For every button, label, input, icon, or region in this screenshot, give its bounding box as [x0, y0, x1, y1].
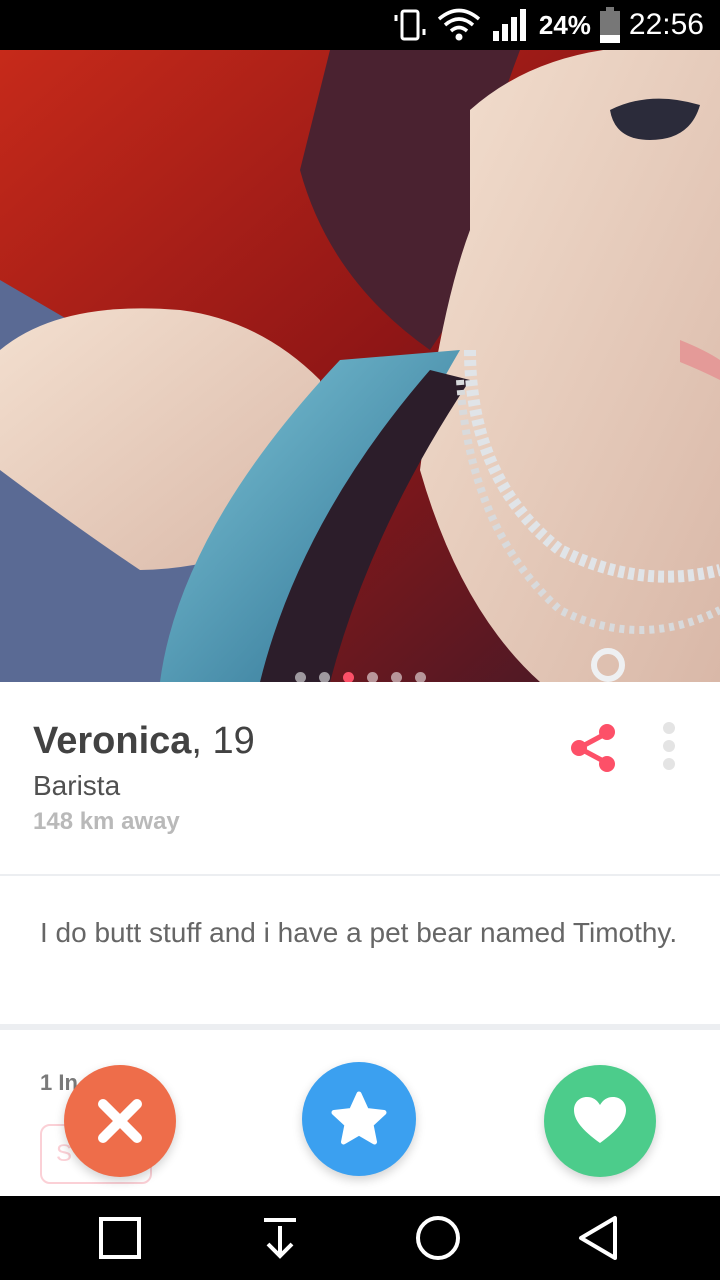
- profile-distance: 148 km away: [33, 808, 180, 835]
- more-options-button[interactable]: [652, 720, 686, 774]
- recents-square-icon: [99, 1217, 141, 1259]
- bio-section: I do butt stuff and i have a pet bear na…: [0, 876, 720, 1024]
- profile-info: Veronica, 19 Barista 148 km away: [0, 682, 720, 876]
- profile-job: Barista: [33, 770, 121, 801]
- recents-button[interactable]: [96, 1214, 144, 1262]
- photo-dot[interactable]: [294, 672, 306, 682]
- profile-photo[interactable]: [0, 50, 720, 682]
- super-like-button[interactable]: [302, 1062, 416, 1176]
- star-icon: [331, 1091, 387, 1145]
- system-nav-bar: [0, 1196, 720, 1280]
- photo-dot[interactable]: [414, 672, 426, 682]
- home-circle-icon: [416, 1216, 460, 1260]
- back-button[interactable]: [574, 1214, 622, 1262]
- vibrate-icon: [393, 0, 427, 50]
- clock: 22:56: [628, 8, 704, 41]
- download-icon: [264, 1218, 296, 1259]
- share-button[interactable]: [565, 720, 621, 776]
- close-icon: [98, 1099, 142, 1143]
- like-button[interactable]: [544, 1065, 656, 1177]
- signal-icon: [491, 0, 531, 50]
- status-bar: 24% 22:56: [0, 0, 720, 50]
- profile-name: Veronica: [33, 720, 192, 762]
- back-triangle-icon: [579, 1216, 617, 1260]
- home-button[interactable]: [414, 1214, 462, 1262]
- photo-dot[interactable]: [390, 672, 402, 682]
- photo-dot[interactable]: [366, 672, 378, 682]
- nope-button[interactable]: [64, 1065, 176, 1177]
- photo-pagination: [0, 672, 720, 682]
- share-icon: [571, 724, 615, 772]
- wifi-icon: [437, 0, 481, 50]
- bio-text: I do butt stuff and i have a pet bear na…: [40, 917, 678, 948]
- profile-age: 19: [212, 720, 255, 762]
- more-vertical-icon: [663, 722, 675, 770]
- photo-dot[interactable]: [318, 672, 330, 682]
- battery-percent: 24%: [538, 9, 591, 40]
- download-button[interactable]: [256, 1214, 304, 1262]
- photo-dot-active[interactable]: [342, 672, 354, 682]
- heart-icon: [574, 1097, 626, 1143]
- battery-icon: [599, 0, 621, 50]
- name-age: Veronica, 19: [33, 720, 255, 762]
